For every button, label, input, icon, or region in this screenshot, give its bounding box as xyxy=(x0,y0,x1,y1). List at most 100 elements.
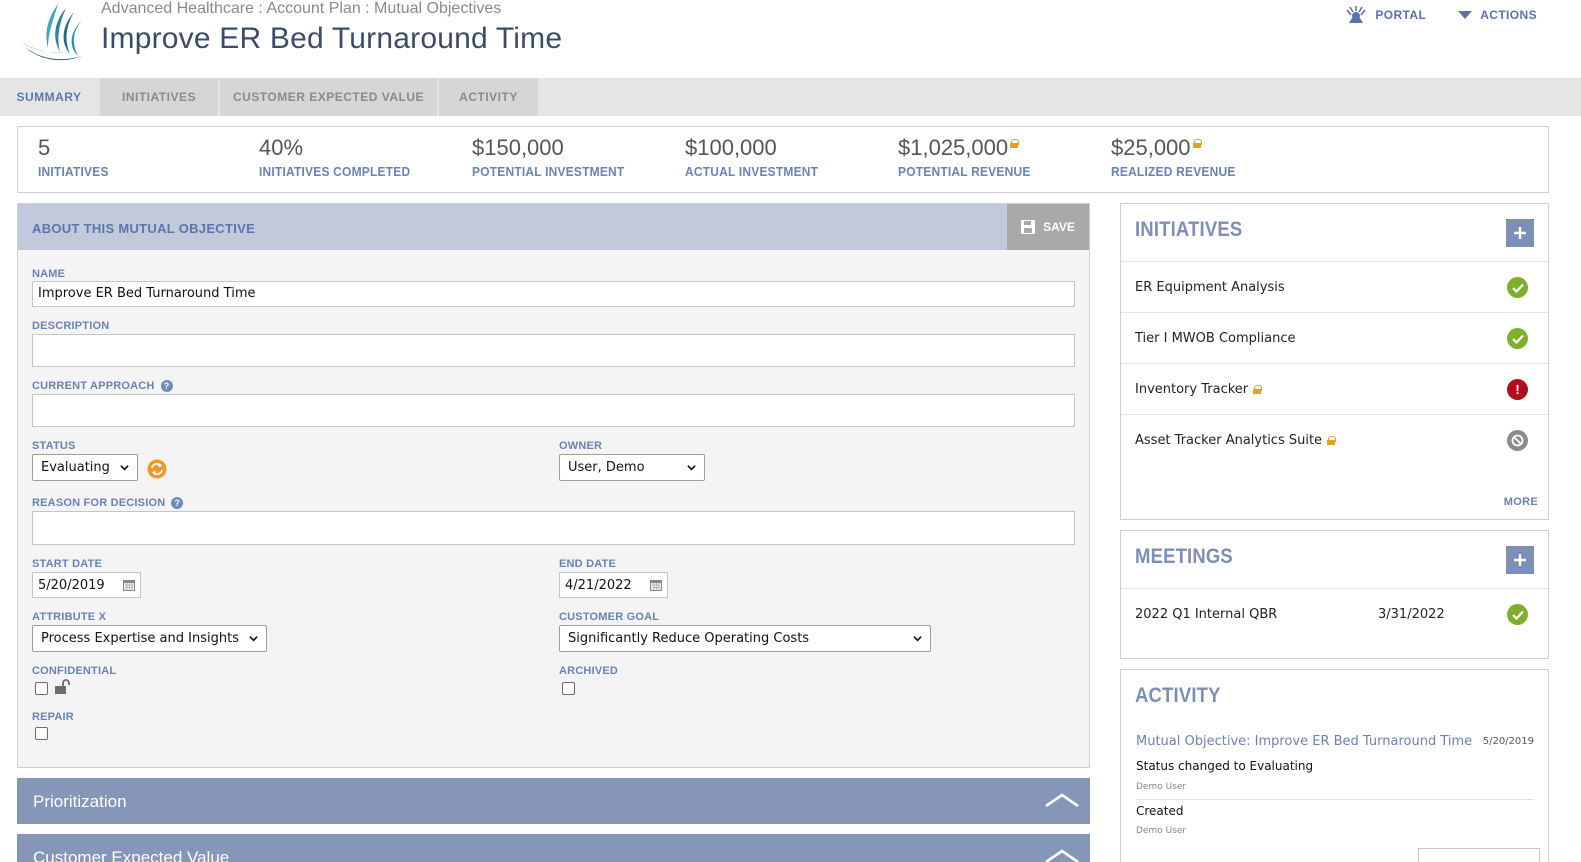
kpi-label: ACTUAL INVESTMENT xyxy=(685,164,819,180)
floppy-disk-icon xyxy=(1021,220,1036,234)
start-date-input[interactable]: 5/20/2019 xyxy=(32,572,141,598)
chevron-up-icon[interactable] xyxy=(1044,788,1080,812)
start-date-label: START DATE xyxy=(32,558,102,570)
tab-bar: SUMMARY INITIATIVES CUSTOMER EXPECTED VA… xyxy=(0,78,1581,116)
activity-panel: ACTIVITY Mutual Objective: Improve ER Be… xyxy=(1120,669,1549,862)
prioritization-title: Prioritization xyxy=(33,792,127,811)
status-label-text: STATUS xyxy=(32,440,76,452)
activity-date: 5/20/2019 xyxy=(1482,736,1534,747)
caret-down-icon xyxy=(1458,11,1473,19)
page-header: Advanced Healthcare : Account Plan : Mut… xyxy=(0,0,1581,78)
add-meeting-button[interactable] xyxy=(1506,546,1534,574)
name-label-text: NAME xyxy=(32,268,66,280)
portal-label: PORTAL xyxy=(1375,8,1427,22)
owner-select[interactable]: User, Demo xyxy=(559,454,705,481)
tab-summary[interactable]: SUMMARY xyxy=(0,78,98,116)
customer-goal-select[interactable]: Significantly Reduce Operating Costs xyxy=(559,625,931,652)
portal-button[interactable]: PORTAL xyxy=(1345,6,1426,24)
meeting-date: 3/31/2022 xyxy=(1378,606,1445,622)
tab-initiatives[interactable]: INITIATIVES xyxy=(100,78,218,116)
initiative-item[interactable]: Tier I MWOB Compliance xyxy=(1121,312,1548,363)
kpi-label: INITIATIVES COMPLETED xyxy=(259,164,411,180)
portal-icon xyxy=(1346,6,1366,23)
about-panel-title: ABOUT THIS MUTUAL OBJECTIVE xyxy=(32,221,256,236)
status-select[interactable]: Evaluating xyxy=(32,454,138,481)
activity-more-button[interactable] xyxy=(1418,848,1540,862)
initiative-name[interactable]: Inventory Tracker xyxy=(1135,382,1248,397)
save-label: SAVE xyxy=(1043,220,1075,234)
chevron-down-icon xyxy=(687,465,696,471)
cancelled-circle-icon xyxy=(1507,430,1528,451)
calendar-icon[interactable] xyxy=(123,579,135,591)
divider xyxy=(1136,799,1534,800)
description-input[interactable] xyxy=(32,334,1075,367)
customer-goal-label: CUSTOMER GOAL xyxy=(559,611,659,623)
lock-icon xyxy=(1327,435,1337,445)
unlock-icon xyxy=(55,679,70,694)
chevron-up-icon[interactable] xyxy=(1044,844,1080,862)
activity-object-link[interactable]: Mutual Objective: Improve ER Bed Turnaro… xyxy=(1136,734,1472,749)
owner-label: OWNER xyxy=(559,440,602,452)
current-approach-label: CURRENT APPROACH? xyxy=(32,380,173,392)
customer-goal-label-text: CUSTOMER GOAL xyxy=(559,611,660,623)
tab-customer-expected-value[interactable]: CUSTOMER EXPECTED VALUE xyxy=(220,78,437,116)
attribute-x-select[interactable]: Process Expertise and Insights xyxy=(32,625,267,652)
initiatives-panel-title: INITIATIVES xyxy=(1135,218,1243,241)
archived-checkbox[interactable] xyxy=(562,682,575,695)
lock-icon xyxy=(1010,139,1020,148)
repair-label-text: REPAIR xyxy=(32,711,74,723)
initiative-item[interactable]: Inventory Tracker ! xyxy=(1121,363,1548,414)
check-circle-icon xyxy=(1507,604,1528,625)
kpi-value: $25,000 xyxy=(1111,135,1191,160)
chevron-down-icon xyxy=(120,465,129,471)
repair-label: REPAIR xyxy=(32,711,74,723)
status-select-value: Evaluating xyxy=(41,460,110,475)
meeting-name[interactable]: 2022 Q1 Internal QBR xyxy=(1135,607,1277,622)
owner-label-text: OWNER xyxy=(559,440,603,452)
actions-button[interactable]: ACTIONS xyxy=(1458,6,1537,24)
archived-label-text: ARCHIVED xyxy=(559,665,619,677)
breadcrumb[interactable]: Advanced Healthcare : Account Plan : Mut… xyxy=(101,0,501,18)
meeting-item[interactable]: 2022 Q1 Internal QBR 3/31/2022 xyxy=(1121,588,1548,639)
activity-entry-user: Demo User xyxy=(1136,782,1187,792)
start-date-label-text: START DATE xyxy=(32,558,103,570)
calendar-icon[interactable] xyxy=(650,579,662,591)
end-date-label-text: END DATE xyxy=(559,558,617,570)
current-approach-input[interactable] xyxy=(32,394,1075,427)
initiative-name[interactable]: Asset Tracker Analytics Suite xyxy=(1135,433,1322,448)
description-label-text: DESCRIPTION xyxy=(32,320,110,332)
initiative-name[interactable]: Tier I MWOB Compliance xyxy=(1135,331,1295,346)
repair-checkbox[interactable] xyxy=(35,727,48,740)
confidential-label: CONFIDENTIAL xyxy=(32,665,116,677)
name-input[interactable]: Improve ER Bed Turnaround Time xyxy=(32,281,1075,307)
reason-label-text: REASON FOR DECISION xyxy=(32,497,166,509)
alert-circle-icon: ! xyxy=(1507,379,1528,400)
customer-expected-value-section[interactable]: Customer Expected Value xyxy=(17,834,1090,862)
confidential-checkbox[interactable] xyxy=(35,682,48,695)
activity-panel-title: ACTIVITY xyxy=(1135,684,1221,707)
initiative-name[interactable]: ER Equipment Analysis xyxy=(1135,280,1285,295)
refresh-icon[interactable] xyxy=(147,459,167,479)
end-date-value: 4/21/2022 xyxy=(565,577,632,593)
initiative-item[interactable]: ER Equipment Analysis xyxy=(1121,261,1548,312)
initiative-item[interactable]: Asset Tracker Analytics Suite xyxy=(1121,414,1548,465)
meetings-panel: MEETINGS 2022 Q1 Internal QBR 3/31/2022 xyxy=(1120,530,1549,659)
kpi-label: REALIZED REVENUE xyxy=(1111,164,1236,180)
attribute-x-label: ATTRIBUTE X xyxy=(32,611,106,623)
save-button[interactable]: SAVE xyxy=(1007,204,1089,250)
chevron-down-icon xyxy=(249,636,258,642)
kpi-value: $100,000 xyxy=(685,135,777,160)
help-icon[interactable]: ? xyxy=(171,497,184,509)
kpi-label: POTENTIAL REVENUE xyxy=(898,164,1031,180)
tab-activity[interactable]: ACTIVITY xyxy=(439,78,538,116)
kpi-value: 40% xyxy=(259,135,304,160)
plus-icon xyxy=(1514,554,1526,566)
prioritization-section[interactable]: Prioritization xyxy=(17,778,1090,824)
owner-select-value: User, Demo xyxy=(568,460,645,475)
reason-for-decision-input[interactable] xyxy=(32,511,1075,545)
more-initiatives-link[interactable]: MORE xyxy=(1504,496,1538,508)
check-circle-icon xyxy=(1507,328,1528,349)
help-icon[interactable]: ? xyxy=(160,380,173,392)
add-initiative-button[interactable] xyxy=(1506,219,1534,247)
end-date-input[interactable]: 4/21/2022 xyxy=(559,572,668,598)
